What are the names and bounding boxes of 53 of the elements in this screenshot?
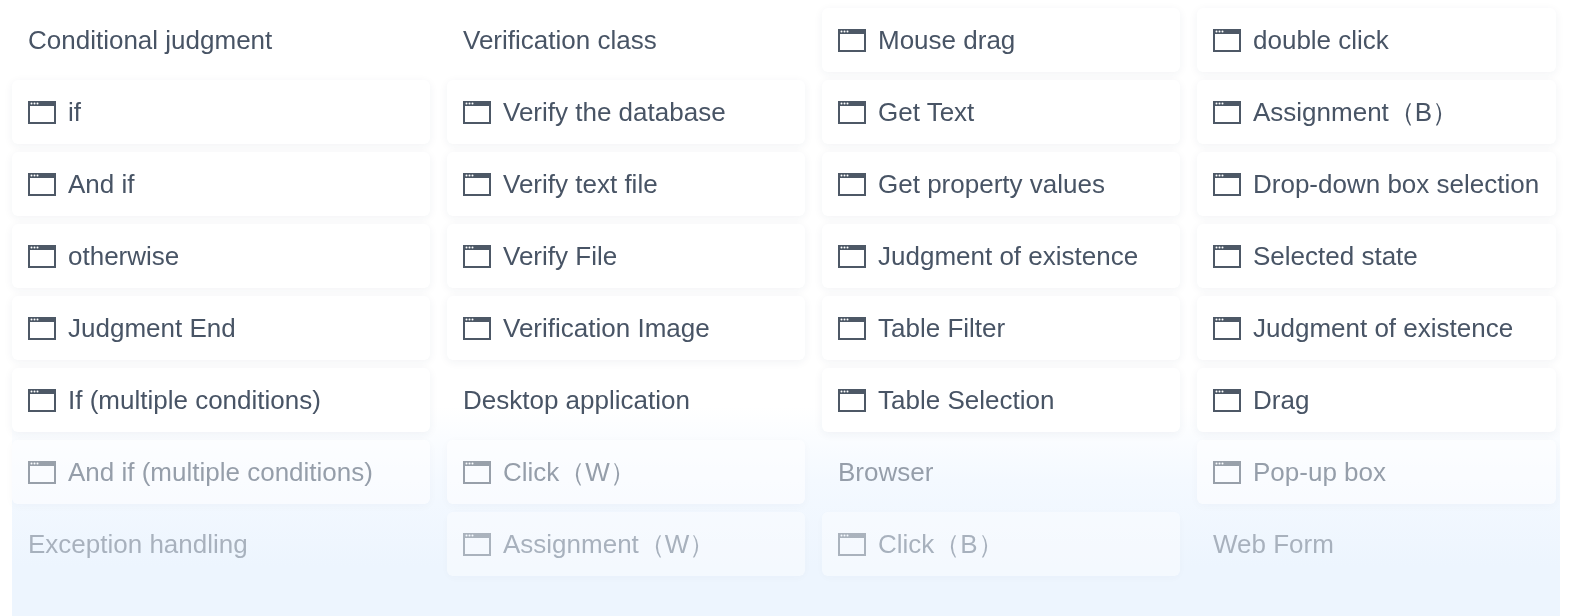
window-icon — [1213, 388, 1241, 412]
window-icon — [838, 244, 866, 268]
action-item[interactable]: If (multiple conditions) — [12, 368, 430, 432]
window-icon — [838, 28, 866, 52]
window-icon — [463, 172, 491, 196]
window-icon — [28, 460, 56, 484]
window-icon — [838, 532, 866, 556]
action-item[interactable]: And if — [12, 152, 430, 216]
action-item[interactable]: Table Filter — [822, 296, 1180, 360]
action-item[interactable]: Selected state — [1197, 224, 1556, 288]
action-item[interactable]: Mouse drag — [822, 8, 1180, 72]
section-heading: Exception handling — [28, 527, 248, 561]
window-icon — [463, 316, 491, 340]
action-item[interactable]: Judgment of existence — [822, 224, 1180, 288]
action-item[interactable]: Table Selection — [822, 368, 1180, 432]
action-item[interactable]: Get property values — [822, 152, 1180, 216]
window-icon — [28, 244, 56, 268]
action-item[interactable]: Assignment（B） — [1197, 80, 1556, 144]
action-item[interactable]: Verification Image — [447, 296, 805, 360]
action-item[interactable]: Drag — [1197, 368, 1556, 432]
window-icon — [463, 244, 491, 268]
window-icon — [1213, 460, 1241, 484]
section-heading: Conditional judgment — [28, 23, 273, 57]
window-icon — [838, 172, 866, 196]
window-icon — [1213, 172, 1241, 196]
action-item[interactable]: Judgment of existence — [1197, 296, 1556, 360]
window-icon — [838, 388, 866, 412]
window-icon — [1213, 28, 1241, 52]
window-icon — [28, 388, 56, 412]
action-item[interactable]: double click — [1197, 8, 1556, 72]
window-icon — [1213, 244, 1241, 268]
window-icon — [463, 100, 491, 124]
action-item[interactable]: Verify File — [447, 224, 805, 288]
action-item[interactable]: if — [12, 80, 430, 144]
window-icon — [28, 172, 56, 196]
section-heading: Verification class — [463, 23, 657, 57]
section-heading: Web Form — [1213, 527, 1334, 561]
window-icon — [1213, 100, 1241, 124]
section-heading: Desktop application — [463, 383, 690, 417]
action-item[interactable]: Drop-down box selection — [1197, 152, 1556, 216]
section-heading: Browser — [838, 455, 934, 489]
action-item[interactable]: Verify the database — [447, 80, 805, 144]
window-icon — [463, 460, 491, 484]
window-icon — [1213, 316, 1241, 340]
action-item[interactable]: Judgment End — [12, 296, 430, 360]
window-icon — [838, 316, 866, 340]
window-icon — [463, 532, 491, 556]
action-item[interactable]: otherwise — [12, 224, 430, 288]
window-icon — [28, 316, 56, 340]
window-icon — [28, 100, 56, 124]
action-item[interactable]: Verify text file — [447, 152, 805, 216]
action-item[interactable]: Get Text — [822, 80, 1180, 144]
window-icon — [838, 100, 866, 124]
